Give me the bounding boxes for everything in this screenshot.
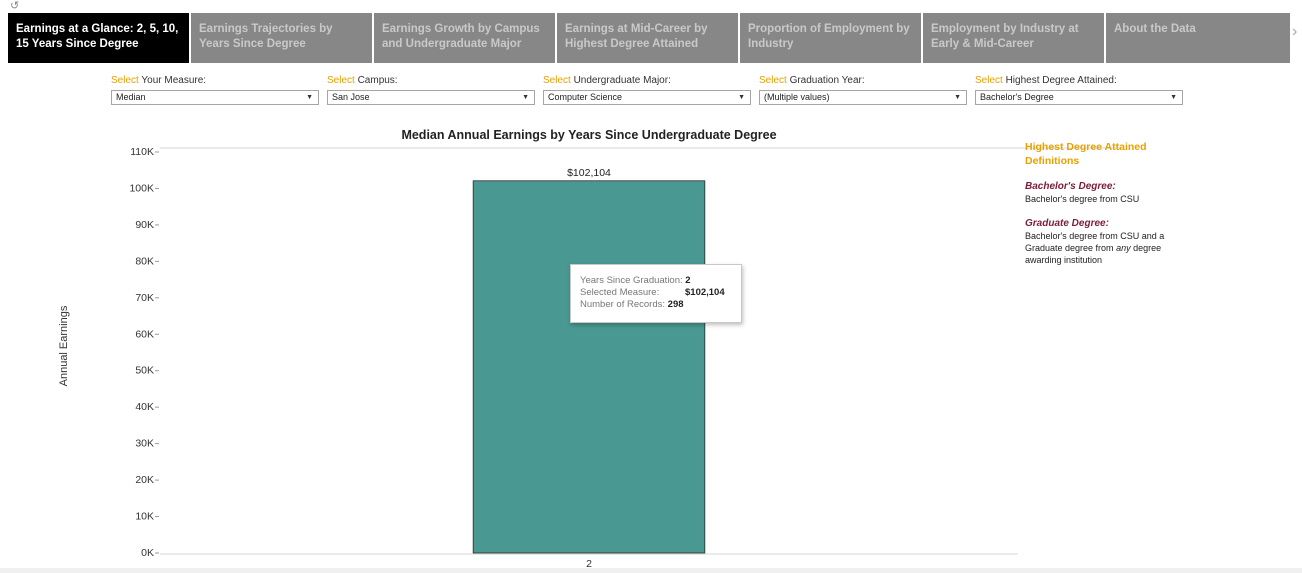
y-tick-label: 100K xyxy=(129,182,154,194)
y-tick-label: 40K xyxy=(135,401,154,413)
bar xyxy=(472,180,706,554)
bar-layer: $102,104 2 xyxy=(472,167,706,570)
bar-tooltip: Years Since Graduation: 2 Selected Measu… xyxy=(570,264,742,323)
degree-definitions: Highest Degree Attained Definitions Bach… xyxy=(1025,140,1185,266)
definition-emphasis: any xyxy=(1116,243,1131,253)
tooltip-measure-label: Selected Measure: xyxy=(580,287,660,298)
definitions-title: Highest Degree Attained Definitions xyxy=(1025,141,1147,167)
y-tick-label: 60K xyxy=(135,328,154,340)
graduate-term: Graduate Degree: xyxy=(1025,218,1109,229)
y-tick-label: 50K xyxy=(135,365,154,377)
graduate-definition: Bachelor's degree from CSU and a Graduat… xyxy=(1025,230,1185,266)
y-tick-label: 0K xyxy=(141,547,154,559)
y-tick-label: 20K xyxy=(135,474,154,486)
bachelors-term: Bachelor's Degree: xyxy=(1025,181,1116,192)
tooltip-measure-value: $102,104 xyxy=(685,287,725,298)
bachelors-definition: Bachelor's degree from CSU xyxy=(1025,194,1140,204)
y-axis: 0K 10K 20K 30K 40K 50K 60K 70K 80K 90K 100K 110K xyxy=(129,146,159,559)
tooltip-years-label: Years Since Graduation: xyxy=(580,275,683,286)
y-tick-label: 80K xyxy=(135,255,154,267)
y-tick-label: 110K xyxy=(130,146,154,158)
bar-data-label: $102,104 xyxy=(567,167,611,179)
bottom-strip xyxy=(0,568,1302,573)
y-tick-label: 30K xyxy=(135,438,154,450)
tooltip-records-label: Number of Records: xyxy=(580,299,666,310)
y-tick-label: 90K xyxy=(135,219,154,231)
y-tick-label: 10K xyxy=(135,511,154,523)
y-tick-label: 70K xyxy=(135,292,154,304)
tooltip-records-value: 298 xyxy=(667,299,684,310)
tooltip-years-value: 2 xyxy=(685,275,691,286)
